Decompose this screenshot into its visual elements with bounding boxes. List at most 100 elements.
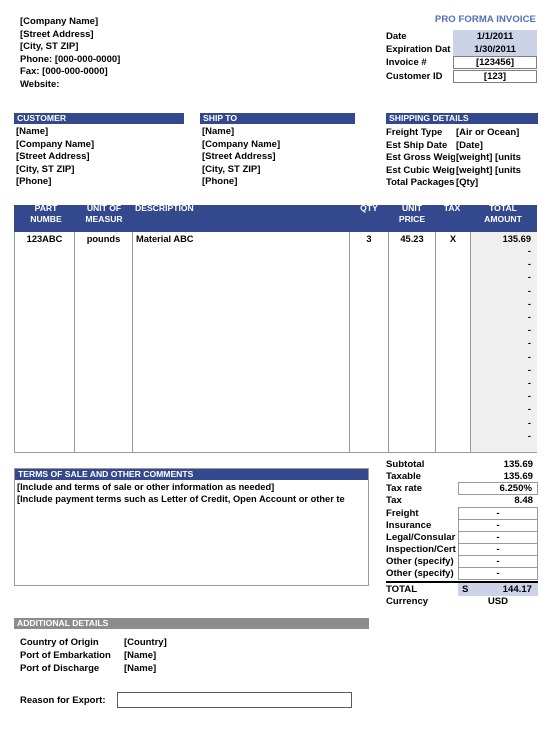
shipping-label-est-ship-date: Est Ship Date: [386, 139, 448, 151]
meta-row-customer-id: Customer ID [123]: [386, 70, 537, 83]
empty-amount-placeholder[interactable]: -: [471, 377, 531, 389]
shipping-value-est-ship-date[interactable]: [Date]: [456, 139, 538, 152]
meta-label-expiration-date: Expiration Dat: [386, 44, 451, 55]
terms-line-1[interactable]: [Include and terms of sale or other info…: [17, 481, 369, 493]
shipping-value-freight-type[interactable]: [Air or Ocean]: [456, 126, 538, 139]
company-website-line: Website:: [20, 78, 60, 90]
empty-amount-placeholder[interactable]: -: [471, 364, 531, 376]
empty-amount-placeholder[interactable]: -: [471, 311, 531, 323]
empty-amount-placeholder[interactable]: -: [471, 390, 531, 402]
meta-value-invoice-number[interactable]: [123456]: [453, 56, 537, 69]
totals-value-currency[interactable]: USD: [458, 595, 538, 608]
meta-label-customer-id: Customer ID: [386, 71, 443, 82]
company-city-line: [City, ST ZIP]: [20, 41, 79, 53]
meta-row-expiration-date: Expiration Dat 1/30/2011: [386, 43, 537, 56]
additional-value-port-of-discharge[interactable]: [Name]: [124, 662, 156, 675]
invoice-page: [Company Name] [Street Address] [City, S…: [0, 0, 550, 729]
shipping-label-est-cubic-weight: Est Cubic Weigl: [386, 164, 455, 176]
ship-to-line-street[interactable]: [Street Address]: [202, 151, 276, 164]
column-divider-3: [349, 232, 350, 452]
totals-label-tax: Tax: [386, 495, 402, 506]
meta-row-invoice-number: Invoice # [123456]: [386, 56, 537, 69]
column-divider-1: [74, 232, 75, 452]
meta-row-date: Date 1/1/2011: [386, 30, 537, 43]
customer-line-name[interactable]: [Name]: [16, 126, 48, 139]
totals-label-currency: Currency: [386, 596, 429, 607]
shipping-value-est-gross-weight[interactable]: [weight] [units: [456, 151, 538, 164]
ship-to-line-company[interactable]: [Company Name]: [202, 139, 280, 152]
shipping-label-freight-type: Freight Type: [386, 127, 443, 138]
column-header-part-number: PART NUMBE: [30, 205, 62, 224]
empty-amount-placeholder[interactable]: -: [471, 430, 531, 442]
empty-amount-placeholder[interactable]: -: [471, 258, 531, 270]
shipping-row-est-cubic-weight: Est Cubic Weigl [weight] [units: [386, 164, 538, 177]
shipping-row-est-gross-weight: Est Gross Weigl [weight] [units: [386, 151, 538, 164]
additional-label-port-of-discharge: Port of Discharge: [20, 663, 100, 674]
terms-section-heading: TERMS OF SALE AND OTHER COMMENTS: [15, 469, 368, 480]
cell-unit-price[interactable]: 45.23: [389, 233, 435, 245]
meta-value-expiration-date[interactable]: 1/30/2011: [453, 43, 537, 56]
additional-label-country-of-origin: Country of Origin: [20, 637, 99, 648]
reason-for-export-label: Reason for Export:: [20, 695, 106, 706]
shipping-value-total-packages[interactable]: [Qty]: [456, 176, 538, 189]
cell-unit-of-measure[interactable]: pounds: [75, 233, 132, 245]
ship-to-line-city[interactable]: [City, ST ZIP]: [202, 164, 260, 177]
empty-amount-placeholder[interactable]: -: [471, 337, 531, 349]
meta-label-date: Date: [386, 31, 407, 42]
totals-row-other-2: Other (specify) -: [386, 567, 538, 580]
ship-to-line-name[interactable]: [Name]: [202, 126, 234, 139]
empty-amount-placeholder[interactable]: -: [471, 285, 531, 297]
shipping-row-est-ship-date: Est Ship Date [Date]: [386, 139, 538, 152]
cell-part-number[interactable]: 123ABC: [15, 233, 74, 245]
meta-value-customer-id[interactable]: [123]: [453, 70, 537, 83]
meta-value-date[interactable]: 1/1/2011: [453, 30, 537, 43]
additional-row-country-of-origin: Country of Origin [Country]: [20, 636, 360, 649]
cell-description[interactable]: Material ABC: [136, 233, 346, 245]
empty-amount-placeholder[interactable]: -: [471, 271, 531, 283]
column-header-total-amount: TOTAL AMOUNT: [484, 205, 522, 224]
column-divider-5: [435, 232, 436, 452]
empty-amount-placeholder[interactable]: -: [471, 245, 531, 257]
totals-row-grand-total: TOTAL 144.17 S: [386, 581, 538, 596]
document-title: PRO FORMA INVOICE: [434, 14, 536, 25]
customer-line-phone[interactable]: [Phone]: [16, 176, 51, 189]
customer-line-city[interactable]: [City, ST ZIP]: [16, 164, 74, 177]
shipping-label-total-packages: Total Packages: [386, 177, 455, 189]
totals-value-other-2[interactable]: -: [458, 567, 538, 580]
empty-amount-placeholder[interactable]: -: [471, 403, 531, 415]
shipping-row-freight-type: Freight Type [Air or Ocean]: [386, 126, 538, 139]
shipping-value-est-cubic-weight[interactable]: [weight] [units: [456, 164, 538, 177]
customer-line-street[interactable]: [Street Address]: [16, 151, 90, 164]
ship-to-line-phone[interactable]: [Phone]: [202, 176, 237, 189]
cell-qty[interactable]: 3: [350, 233, 388, 245]
totals-value-tax: 8.48: [514, 495, 533, 506]
additional-row-port-of-discharge: Port of Discharge [Name]: [20, 662, 360, 675]
empty-amount-placeholder[interactable]: -: [471, 417, 531, 429]
shipping-details-section-heading: SHIPPING DETAILS: [386, 113, 538, 124]
additional-details-section-heading: ADDITIONAL DETAILS: [14, 618, 369, 629]
additional-label-port-of-embarkation: Port of Embarkation: [20, 650, 111, 661]
empty-amount-placeholder[interactable]: -: [471, 298, 531, 310]
empty-amount-placeholder[interactable]: -: [471, 324, 531, 336]
terms-of-sale-box[interactable]: TERMS OF SALE AND OTHER COMMENTS [Includ…: [14, 468, 369, 586]
customer-line-company[interactable]: [Company Name]: [16, 139, 94, 152]
ship-to-section-heading: SHIP TO: [200, 113, 355, 124]
company-fax-line: Fax: [000-000-0000]: [20, 66, 108, 78]
customer-section-heading: CUSTOMER: [14, 113, 184, 124]
company-name-line: [Company Name]: [20, 16, 99, 27]
column-header-qty: QTY: [360, 205, 378, 213]
company-address-block: [Company Name] [Street Address] [City, S…: [20, 16, 250, 92]
reason-for-export-input[interactable]: [117, 692, 352, 708]
column-divider-2: [132, 232, 133, 452]
cell-total-amount[interactable]: 135.69: [471, 233, 531, 245]
line-items-body[interactable]: 123ABC pounds Material ABC 3 45.23 X 135…: [14, 232, 537, 453]
terms-line-2[interactable]: [Include payment terms such as Letter of…: [17, 493, 369, 505]
additional-row-port-of-embarkation: Port of Embarkation [Name]: [20, 649, 360, 662]
shipping-label-est-gross-weight: Est Gross Weigl: [386, 152, 455, 164]
additional-value-country-of-origin[interactable]: [Country]: [124, 636, 167, 649]
additional-value-port-of-embarkation[interactable]: [Name]: [124, 649, 156, 662]
empty-amount-placeholder[interactable]: -: [471, 351, 531, 363]
cell-tax[interactable]: X: [436, 233, 470, 245]
shipping-row-total-packages: Total Packages [Qty]: [386, 176, 538, 189]
column-header-tax: TAX: [443, 205, 461, 213]
